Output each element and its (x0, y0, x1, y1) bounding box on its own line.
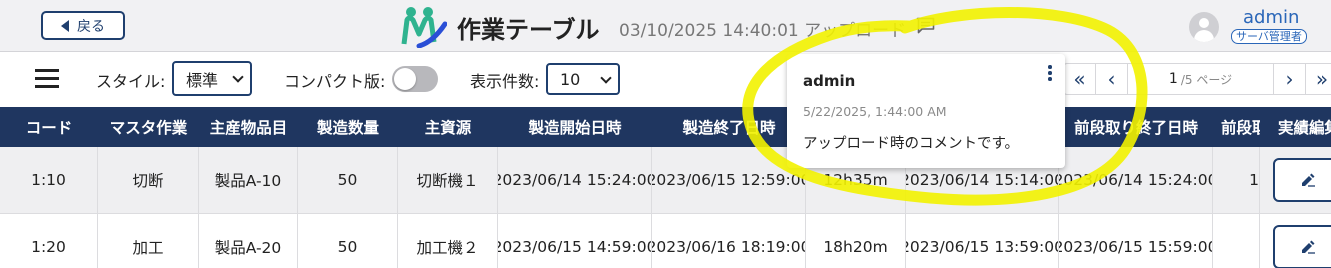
comment-text: アップロード時のコメントです。 (803, 136, 1020, 152)
column-header[interactable]: 主産物品目 (199, 107, 298, 147)
column-header[interactable]: 製造数量 (298, 107, 398, 147)
table-row[interactable]: 1:10 切断 製品A-10 50 切断機１ 2023/06/14 15:24:… (0, 147, 1331, 214)
style-select[interactable]: 標準 (172, 61, 252, 96)
first-page-button[interactable]: « (1064, 64, 1096, 94)
chevron-down-icon (232, 71, 244, 83)
hamburger-menu-icon[interactable] (35, 67, 59, 89)
back-triangle-icon (61, 19, 69, 32)
table-cell: 50 (298, 147, 398, 213)
column-header[interactable]: 前段取 (1213, 107, 1260, 147)
table-cell: 1:10 (0, 147, 98, 213)
edit-result-button[interactable] (1273, 225, 1331, 268)
page-indicator: 1 /5 ページ (1128, 64, 1274, 94)
comment-popup: admin 5/22/2025, 1:44:00 AM アップロード時のコメント… (787, 54, 1065, 168)
back-button-label: 戻る (77, 18, 105, 35)
page-size-select[interactable]: 10 (546, 63, 620, 95)
column-header[interactable]: 製造開始日時 (498, 107, 652, 147)
table-cell: 加工 (98, 214, 199, 268)
compact-toggle[interactable] (392, 66, 438, 92)
table-cell (1213, 214, 1260, 268)
last-page-button[interactable]: » (1306, 64, 1331, 94)
table-cell: 1 (1213, 147, 1260, 213)
user-name[interactable]: admin (1243, 7, 1299, 28)
app-logo (401, 7, 447, 48)
style-select-value: 標準 (186, 70, 219, 90)
column-header[interactable]: 前段取り終了日時 (1059, 107, 1213, 147)
table-cell: 50 (298, 214, 398, 268)
comment-author: admin (803, 72, 856, 90)
table-cell: 切断機１ (398, 147, 498, 213)
table-cell: 18h20m (806, 214, 906, 268)
table-row[interactable]: 1:20 加工 製品A-20 50 加工機２ 2023/06/15 14:59:… (0, 214, 1331, 268)
comment-icon[interactable] (916, 17, 935, 34)
comment-timestamp: 5/22/2025, 1:44:00 AM (803, 104, 947, 119)
toggle-knob (394, 68, 416, 90)
table-cell: 2023/06/15 13:59:00 (906, 214, 1059, 268)
back-button[interactable]: 戻る (41, 11, 125, 40)
style-label: スタイル: (96, 72, 166, 91)
user-role-badge: サーバ管理者 (1231, 29, 1307, 44)
total-pages: /5 ページ (1180, 72, 1233, 87)
upload-timestamp: 03/10/2025 14:40:01 アップロード (619, 21, 907, 41)
column-header[interactable]: コード (0, 107, 98, 147)
next-page-button[interactable]: › (1274, 64, 1306, 94)
column-header[interactable]: マスタ作業 (98, 107, 199, 147)
chevron-down-icon (600, 72, 612, 84)
app-header: 戻る 作業テーブル 03/10/2025 14:40:01 アップロード adm… (0, 0, 1331, 52)
current-page[interactable]: 1 (1169, 71, 1178, 87)
table-cell: 2023/06/14 15:24:00 (1059, 147, 1213, 213)
kebab-menu-icon[interactable] (1047, 65, 1053, 81)
table-cell: 製品A-10 (199, 147, 298, 213)
table-cell: 2023/06/15 14:59:00 (498, 214, 652, 268)
user-avatar-icon[interactable] (1189, 12, 1219, 42)
table-header: コード マスタ作業 主産物品目 製造数量 主資源 製造開始日時 製造終了日時 前… (0, 107, 1331, 147)
prev-page-button[interactable]: ‹ (1096, 64, 1128, 94)
page-size-value: 10 (560, 69, 581, 89)
column-header[interactable]: 実績編集 (1260, 107, 1331, 147)
column-header[interactable]: 製造終了日時 (652, 107, 806, 147)
compact-label: コンパクト版: (284, 72, 386, 91)
page-title: 作業テーブル (457, 16, 600, 44)
table-cell: 切断 (98, 147, 199, 213)
table-cell: 2023/06/15 12:59:00 (652, 147, 806, 213)
table-cell: 2023/06/14 15:24:00 (498, 147, 652, 213)
table-cell: 製品A-20 (199, 214, 298, 268)
edit-pencil-icon (1302, 240, 1315, 254)
column-header[interactable]: 主資源 (398, 107, 498, 147)
edit-pencil-icon (1302, 173, 1315, 187)
table-cell: 2023/06/16 18:19:00 (652, 214, 806, 268)
page-size-label: 表示件数: (470, 72, 540, 91)
table-cell: 1:20 (0, 214, 98, 268)
table-cell: 加工機２ (398, 214, 498, 268)
toolbar: スタイル: 標準 コンパクト版: 表示件数: 10 « ‹ 1 /5 ページ ›… (0, 53, 1331, 106)
pagination: « ‹ 1 /5 ページ › » (1063, 63, 1331, 95)
edit-result-button[interactable] (1273, 158, 1331, 202)
table-cell: 2023/06/15 15:59:00 (1059, 214, 1213, 268)
